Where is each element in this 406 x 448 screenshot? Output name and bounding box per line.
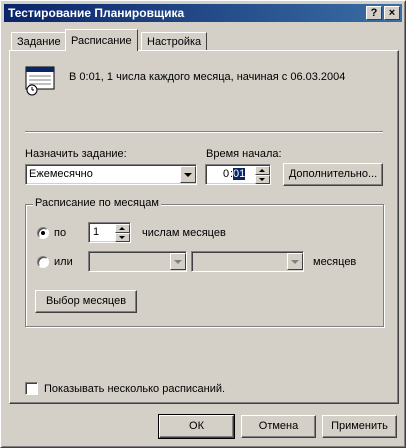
tab-task[interactable]: Задание xyxy=(11,32,67,51)
select-months-button[interactable]: Выбор месяцев xyxy=(35,290,137,313)
ok-button[interactable]: ОК xyxy=(158,414,235,439)
day-up-button[interactable] xyxy=(115,224,130,233)
weekday-dropdown-button[interactable] xyxy=(287,253,303,270)
cancel-button[interactable]: Отмена xyxy=(241,415,316,438)
tab-schedule-label: Расписание xyxy=(71,35,132,47)
arrow-down-icon xyxy=(259,178,265,181)
tab-settings[interactable]: Настройка xyxy=(141,32,208,51)
day-of-month-field[interactable]: 1 xyxy=(88,222,131,243)
weekday-select[interactable] xyxy=(191,251,304,272)
week-ordinal-select[interactable] xyxy=(88,251,187,272)
multiple-schedules-checkbox[interactable] xyxy=(25,382,38,395)
arrow-up-icon xyxy=(259,169,265,172)
day-suffix-label: числам месяцев xyxy=(142,227,226,239)
radio-day-label: по xyxy=(54,227,67,239)
chevron-down-icon xyxy=(174,260,182,264)
arrow-up-icon xyxy=(119,227,125,230)
schedule-calendar-icon xyxy=(25,65,57,97)
assign-task-select[interactable]: Ежемесячно xyxy=(25,164,197,185)
radio-weekday[interactable] xyxy=(37,256,49,268)
window-title: Тестирование Планировщика xyxy=(8,6,185,20)
radio-selected-dot xyxy=(41,231,45,235)
day-down-button[interactable] xyxy=(115,233,130,242)
monthly-group-title: Расписание по месяцам xyxy=(33,197,161,209)
apply-button[interactable]: Применить xyxy=(322,415,397,438)
title-bar[interactable]: Тестирование Планировщика ? × xyxy=(4,4,402,22)
day-of-month-value[interactable]: 1 xyxy=(93,226,99,238)
assign-task-value: Ежемесячно xyxy=(29,168,93,180)
tab-settings-label: Настройка xyxy=(147,36,202,48)
help-button[interactable]: ? xyxy=(366,6,382,20)
tab-schedule[interactable]: Расписание xyxy=(65,29,138,51)
chevron-down-icon xyxy=(291,260,299,264)
start-time-field[interactable]: 0 : 01 xyxy=(205,164,271,185)
schedule-summary: В 0:01, 1 числа каждого месяца, начиная … xyxy=(69,71,346,83)
start-time-up-button[interactable] xyxy=(255,166,270,175)
radio-weekday-label: или xyxy=(54,256,73,268)
advanced-button[interactable]: Дополнительно... xyxy=(283,163,383,186)
close-button[interactable]: × xyxy=(384,6,400,20)
chevron-down-icon xyxy=(184,173,192,177)
scheduler-dialog: Тестирование Планировщика ? × Задание Ра… xyxy=(0,0,406,448)
start-time-label: Время начала: xyxy=(206,148,282,160)
assign-task-label: Назначить задание: xyxy=(25,148,127,160)
week-ordinal-dropdown-button[interactable] xyxy=(170,253,186,270)
assign-task-dropdown-button[interactable] xyxy=(180,166,196,183)
start-time-hour[interactable]: 0 xyxy=(223,168,229,180)
weekday-suffix-label: месяцев xyxy=(313,256,357,268)
radio-day-of-month[interactable] xyxy=(37,227,49,239)
separator xyxy=(25,131,383,133)
tab-task-label: Задание xyxy=(17,36,61,48)
multiple-schedules-label: Показывать несколько расписаний. xyxy=(44,383,226,395)
start-time-down-button[interactable] xyxy=(255,175,270,184)
arrow-down-icon xyxy=(119,236,125,239)
start-time-minutes[interactable]: 01 xyxy=(233,168,246,180)
